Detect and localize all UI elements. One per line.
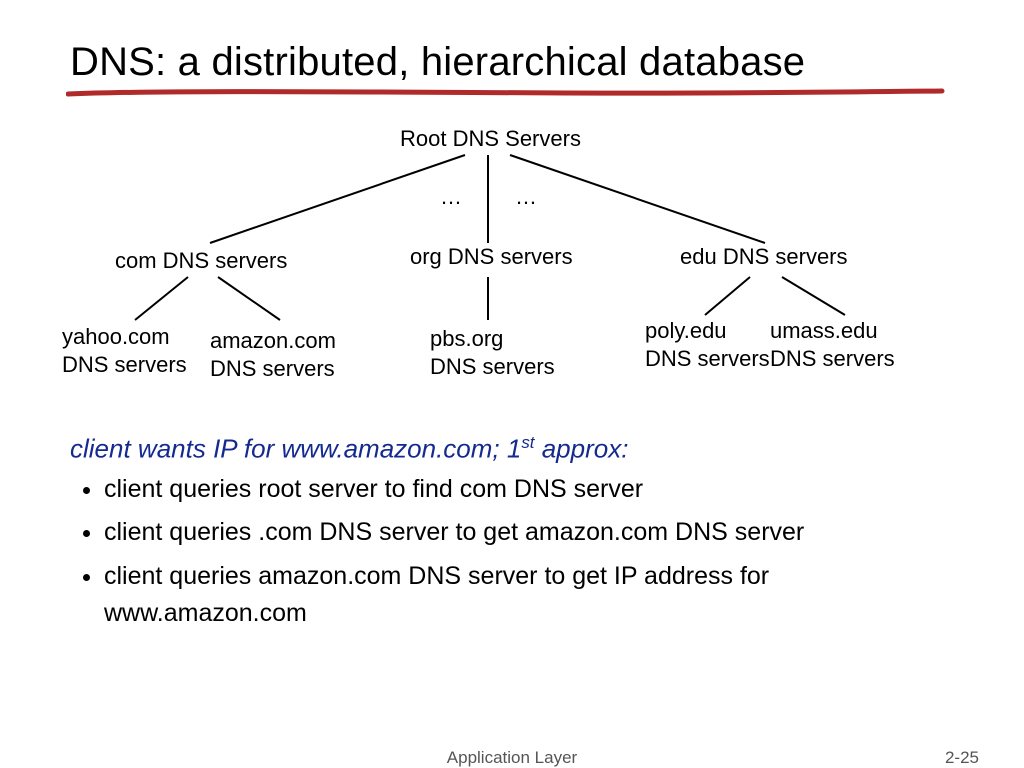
subhead-text: client wants IP for www.amazon.com; 1 (70, 434, 521, 464)
leaf-line: DNS servers (645, 346, 770, 371)
com-tld-label: com DNS servers (115, 247, 287, 275)
list-item: client queries .com DNS server to get am… (104, 514, 964, 552)
footer-chapter: Application Layer (0, 748, 1024, 768)
dns-tree-diagram: Root DNS Servers … … com DNS servers org… (70, 115, 970, 405)
leaf-line: DNS servers (62, 352, 187, 377)
subhead-text: approx: (534, 434, 628, 464)
slide: DNS: a distributed, hierarchical databas… (0, 0, 1024, 768)
leaf-line: DNS servers (770, 346, 895, 371)
leaf-line: umass.edu (770, 318, 878, 343)
subhead-superscript: st (521, 433, 534, 452)
example-bullet-list: client queries root server to find com D… (70, 471, 964, 633)
edu-tld-label: edu DNS servers (680, 243, 848, 271)
leaf-line: pbs.org (430, 326, 503, 351)
list-item: client queries root server to find com D… (104, 471, 964, 509)
umass-leaf-label: umass.edu DNS servers (770, 317, 895, 372)
leaf-line: yahoo.com (62, 324, 170, 349)
leaf-line: amazon.com (210, 328, 336, 353)
page-title: DNS: a distributed, hierarchical databas… (70, 40, 964, 85)
list-item: client queries amazon.com DNS server to … (104, 558, 964, 633)
yahoo-leaf-label: yahoo.com DNS servers (62, 323, 187, 378)
pbs-leaf-label: pbs.org DNS servers (430, 325, 555, 380)
poly-leaf-label: poly.edu DNS servers (645, 317, 770, 372)
leaf-line: DNS servers (430, 354, 555, 379)
ellipsis-right: … (515, 183, 537, 211)
root-dns-label: Root DNS Servers (400, 125, 581, 153)
amazon-leaf-label: amazon.com DNS servers (210, 327, 336, 382)
example-subheading: client wants IP for www.amazon.com; 1st … (70, 433, 964, 465)
leaf-line: DNS servers (210, 356, 335, 381)
title-underline-icon (66, 88, 946, 98)
leaf-line: poly.edu (645, 318, 727, 343)
ellipsis-left: … (440, 183, 462, 211)
org-tld-label: org DNS servers (410, 243, 573, 271)
footer-page-number: 2-25 (945, 748, 979, 768)
